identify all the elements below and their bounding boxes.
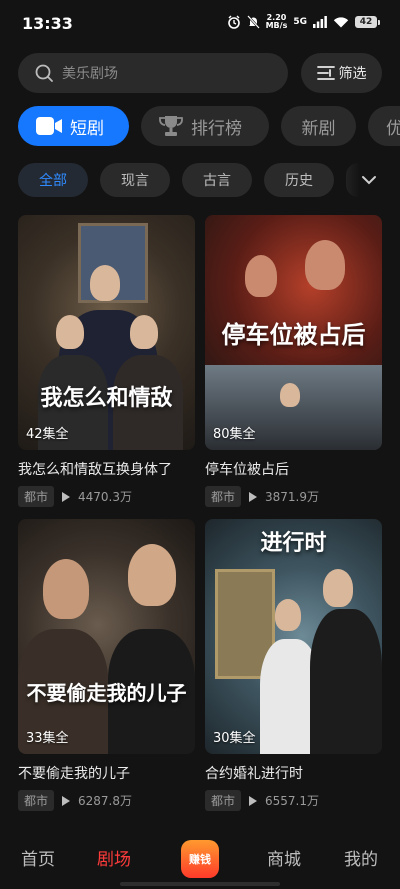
poster-title: 进行时	[260, 530, 327, 556]
filter-icon	[316, 66, 335, 80]
play-icon	[249, 491, 258, 502]
status-icons: 2.20 MB/s 5G 42	[227, 14, 380, 30]
episode-count: 80集全	[213, 427, 256, 442]
filter-button[interactable]: 筛选	[301, 53, 382, 93]
battery-level: 42	[355, 16, 377, 28]
drama-poster[interactable]: 进行时 30集全	[205, 519, 382, 754]
play-icon	[249, 795, 258, 806]
play-icon	[62, 795, 71, 806]
nav-theater[interactable]: 剧场	[97, 845, 131, 870]
genre-tag: 都市	[205, 790, 242, 811]
tab-label: 短剧	[70, 118, 104, 139]
genre-tag: 都市	[18, 790, 55, 811]
wifi-icon	[333, 17, 349, 28]
expand-chips-button[interactable]	[338, 163, 400, 197]
episode-count: 30集全	[213, 731, 256, 746]
episode-count: 42集全	[26, 427, 69, 442]
tab-short-drama[interactable]: 短剧	[18, 106, 129, 146]
drama-meta: 都市 4470.3万	[18, 486, 195, 507]
category-tabs: 短剧 排行榜 新剧 优	[18, 106, 400, 146]
drama-title: 不要偷走我的儿子	[18, 766, 130, 782]
genre-tag: 都市	[205, 486, 242, 507]
tab-more[interactable]: 优	[368, 106, 400, 146]
nav-mall[interactable]: 商城	[267, 845, 301, 870]
tab-label: 新剧	[301, 118, 336, 139]
drama-meta: 都市 3871.9万	[205, 486, 382, 507]
search-placeholder: 美乐剧场	[62, 66, 118, 82]
signal-icon	[313, 16, 327, 28]
drama-title: 停车位被占后	[205, 462, 289, 478]
trophy-icon	[159, 116, 183, 136]
mute-bell-icon	[246, 15, 260, 29]
home-indicator[interactable]	[120, 882, 280, 886]
poster-title: 我怎么和情敌	[40, 385, 173, 411]
play-count: 6287.8万	[78, 794, 133, 808]
video-camera-icon	[36, 117, 62, 135]
tab-new-drama[interactable]: 新剧	[281, 106, 356, 146]
drama-title: 我怎么和情敌互换身体了	[18, 462, 172, 478]
play-count: 4470.3万	[78, 490, 133, 504]
poster-title: 停车位被占后	[221, 320, 366, 349]
chevron-down-icon	[362, 176, 376, 185]
drama-card[interactable]: 我怎么和情敌 42集全 我怎么和情敌互换身体了 都市 4470.3万	[18, 215, 195, 507]
chip-modern-romance[interactable]: 现言	[100, 163, 170, 197]
chip-history[interactable]: 历史	[264, 163, 334, 197]
drama-card[interactable]: 不要偷走我的儿子 33集全 不要偷走我的儿子 都市 6287.8万	[18, 519, 195, 811]
chip-ancient-romance[interactable]: 古言	[182, 163, 252, 197]
network-type: 5G	[293, 17, 307, 27]
drama-title: 合约婚礼进行时	[205, 766, 303, 782]
episode-count: 33集全	[26, 731, 69, 746]
status-bar: 13:33 2.20 MB/s 5G 42	[0, 0, 400, 46]
chip-all[interactable]: 全部	[18, 163, 88, 197]
net-speed-unit: MB/s	[265, 21, 288, 30]
net-speed: 2.20 MB/s	[266, 14, 288, 30]
tab-label: 排行榜	[191, 118, 242, 139]
drama-meta: 都市 6557.1万	[205, 790, 382, 811]
nav-home[interactable]: 首页	[21, 845, 55, 870]
drama-poster[interactable]: 我怎么和情敌 42集全	[18, 215, 195, 450]
nav-mine[interactable]: 我的	[344, 845, 378, 870]
drama-poster[interactable]: 不要偷走我的儿子 33集全	[18, 519, 195, 754]
drama-meta: 都市 6287.8万	[18, 790, 195, 811]
status-time: 13:33	[22, 14, 73, 33]
drama-card[interactable]: 停车位被占后 80集全 停车位被占后 都市 3871.9万	[205, 215, 382, 507]
drama-card[interactable]: 进行时 30集全 合约婚礼进行时 都市 6557.1万	[205, 519, 382, 811]
alarm-icon	[227, 15, 240, 29]
filter-label: 筛选	[338, 66, 367, 82]
play-count: 3871.9万	[265, 490, 320, 504]
play-icon	[62, 491, 71, 502]
earn-label: 赚钱	[189, 853, 211, 866]
bottom-nav: 首页 剧场 赚钱 商城 我的	[0, 833, 400, 889]
play-count: 6557.1万	[265, 794, 320, 808]
search-icon	[35, 64, 53, 82]
drama-poster[interactable]: 停车位被占后 80集全	[205, 215, 382, 450]
genre-tag: 都市	[18, 486, 55, 507]
tab-label: 优	[386, 118, 400, 139]
nav-earn-button[interactable]: 赚钱	[181, 840, 219, 878]
battery-icon: 42	[355, 16, 380, 28]
poster-title: 不要偷走我的儿子	[26, 681, 187, 705]
search-input[interactable]: 美乐剧场	[18, 53, 288, 93]
tab-ranking[interactable]: 排行榜	[141, 106, 269, 146]
